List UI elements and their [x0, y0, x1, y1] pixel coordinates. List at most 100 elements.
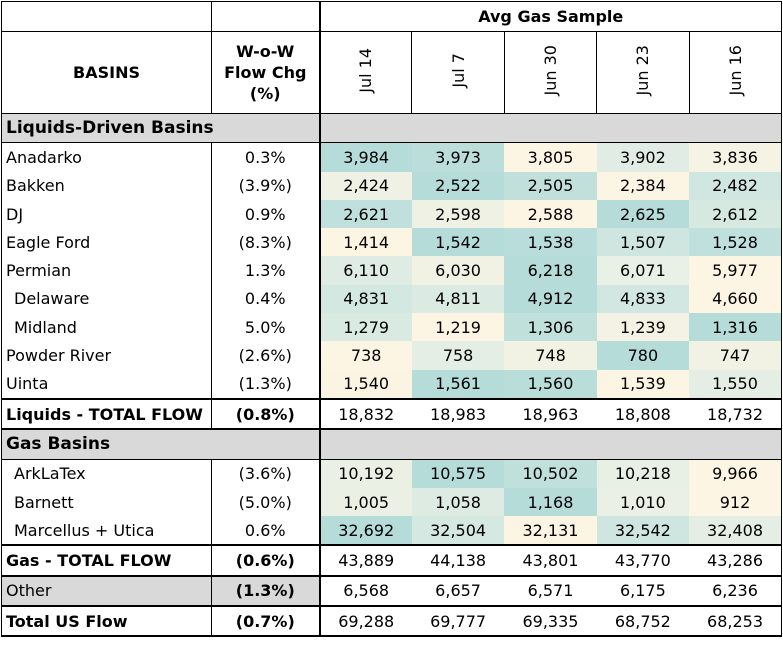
flow-value-cell: 748 [504, 341, 597, 370]
corner-cell [1, 1, 212, 32]
flow-value-cell: 1,507 [596, 228, 690, 257]
flow-value-cell: 3,984 [318, 142, 412, 172]
date-header: Jun 16 [688, 31, 782, 114]
corner-cell [211, 1, 320, 32]
flow-value-cell: 3,836 [689, 142, 782, 172]
wow-header-line: Flow Chg [224, 63, 307, 82]
flow-value-cell: 32,131 [504, 516, 597, 546]
flow-value-cell: 1,561 [411, 369, 505, 399]
basin-name: Marcellus + Utica [1, 516, 212, 546]
flow-value-cell: 4,912 [504, 284, 597, 314]
wow-change: 5.0% [211, 313, 320, 342]
total-row-label: Total US Flow [1, 605, 212, 638]
wow-change: (2.6%) [211, 341, 320, 370]
section-fill [318, 112, 782, 144]
flow-value-cell: 10,192 [318, 459, 412, 488]
flow-value-cell: 2,384 [596, 171, 690, 200]
wow-change: (1.3%) [211, 369, 320, 399]
flow-value-cell: 1,316 [689, 313, 782, 342]
basins-header: BASINS [1, 31, 212, 114]
flow-value-cell: 780 [596, 341, 690, 370]
flow-value-cell: 2,482 [689, 171, 782, 200]
date-header-label: Jul 7 [448, 53, 468, 88]
flow-value-cell: 1,539 [596, 369, 690, 399]
flow-value-cell: 2,625 [596, 199, 690, 229]
flow-value-cell: 2,522 [411, 171, 505, 200]
flow-value-cell: 18,808 [596, 397, 690, 431]
flow-value-cell: 2,612 [689, 199, 782, 229]
flow-value-cell: 1,005 [318, 487, 412, 517]
flow-value-cell: 6,030 [411, 256, 505, 285]
flow-value-cell: 1,058 [411, 487, 505, 517]
wow-change: (0.6%) [211, 544, 320, 577]
basin-name: Bakken [1, 171, 212, 200]
flow-value-cell: 32,542 [596, 516, 690, 546]
section-fill [318, 428, 782, 460]
wow-change: (0.7%) [211, 605, 320, 638]
flow-value-cell: 1,550 [689, 369, 782, 399]
flow-value-cell: 738 [318, 341, 412, 370]
flow-value-cell: 912 [689, 487, 782, 517]
date-header: Jun 23 [596, 31, 690, 114]
flow-value-cell: 43,770 [596, 544, 690, 577]
wow-change: 0.9% [211, 199, 320, 229]
flow-value-cell: 747 [689, 341, 782, 370]
flow-value-cell: 32,408 [689, 516, 782, 546]
flow-value-cell: 18,983 [411, 397, 505, 431]
flow-value-cell: 6,571 [504, 574, 597, 608]
wow-change: 0.4% [211, 284, 320, 314]
wow-change: (0.8%) [211, 397, 320, 431]
flow-value-cell: 1,219 [411, 313, 505, 342]
basin-name: Permian [1, 256, 212, 285]
flow-value-cell: 6,657 [411, 574, 505, 608]
flow-value-cell: 69,335 [504, 605, 597, 638]
basin-name: Powder River [1, 341, 212, 370]
basin-name: Delaware [1, 284, 212, 314]
basin-name: DJ [1, 199, 212, 229]
section-header: Gas Basins [1, 428, 320, 460]
wow-change: 1.3% [211, 256, 320, 285]
flow-value-cell: 4,831 [318, 284, 412, 314]
total-row-label: Liquids - TOTAL FLOW [1, 397, 212, 431]
flow-value-cell: 2,621 [318, 199, 412, 229]
basin-name: Other [1, 574, 212, 608]
flow-value-cell: 1,542 [411, 228, 505, 257]
flow-value-cell: 1,528 [689, 228, 782, 257]
flow-value-cell: 5,977 [689, 256, 782, 285]
flow-table-container: Avg Gas Sample BASINS W-o-W Flow Chg (%)… [0, 0, 783, 648]
flow-value-cell: 69,288 [318, 605, 412, 638]
wow-change: (8.3%) [211, 228, 320, 257]
flow-value-cell: 2,424 [318, 171, 412, 200]
flow-value-cell: 2,505 [504, 171, 597, 200]
wow-header-line: (%) [249, 84, 281, 103]
basin-name: Midland [1, 313, 212, 342]
flow-value-cell: 32,692 [318, 516, 412, 546]
basin-name: Uinta [1, 369, 212, 399]
flow-value-cell: 1,414 [318, 228, 412, 257]
flow-value-cell: 68,752 [596, 605, 690, 638]
flow-value-cell: 18,832 [318, 397, 412, 431]
flow-value-cell: 6,568 [318, 574, 412, 608]
wow-change: (3.9%) [211, 171, 320, 200]
flow-value-cell: 68,253 [689, 605, 782, 638]
flow-value-cell: 10,218 [596, 459, 690, 488]
flow-value-cell: 1,279 [318, 313, 412, 342]
date-header: Jun 30 [503, 31, 598, 114]
flow-value-cell: 43,801 [504, 544, 597, 577]
date-header-label: Jun 16 [725, 45, 745, 96]
flow-value-cell: 758 [411, 341, 505, 370]
flow-value-cell: 6,110 [318, 256, 412, 285]
flow-value-cell: 6,218 [504, 256, 597, 285]
date-header-label: Jul 14 [356, 48, 376, 93]
flow-value-cell: 6,175 [596, 574, 690, 608]
flow-value-cell: 3,805 [504, 142, 597, 172]
flow-value-cell: 1,306 [504, 313, 597, 342]
wow-change: (3.6%) [211, 459, 320, 488]
wow-change: (5.0%) [211, 487, 320, 517]
wow-header-line: W-o-W [236, 42, 295, 61]
flow-value-cell: 44,138 [411, 544, 505, 577]
flow-value-cell: 18,732 [689, 397, 782, 431]
date-header: Jul 14 [318, 31, 413, 114]
flow-value-cell: 18,963 [504, 397, 597, 431]
flow-value-cell: 1,540 [318, 369, 412, 399]
